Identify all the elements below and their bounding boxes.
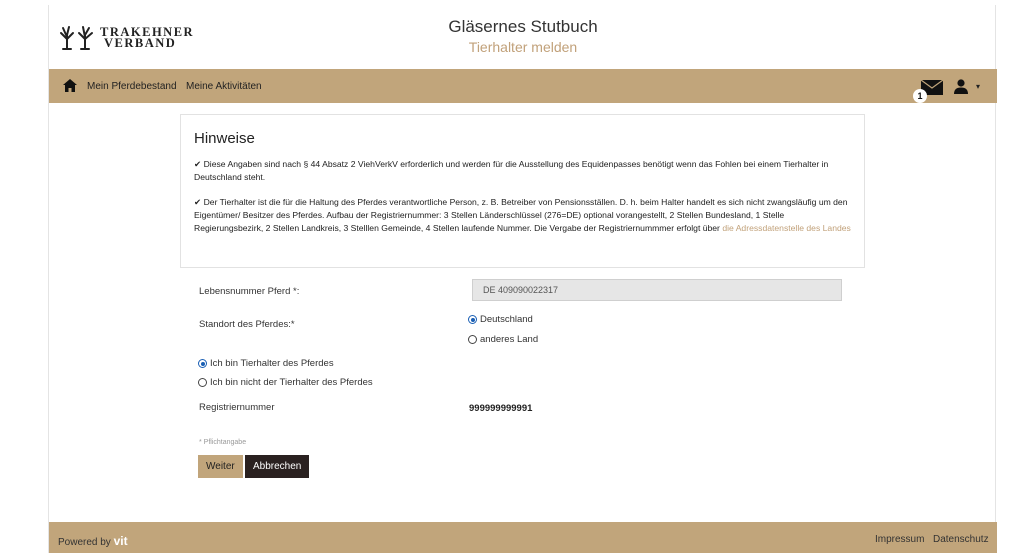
radio-dot[interactable] — [198, 359, 207, 368]
radio-ich-bin-tierhalter[interactable]: Ich bin Tierhalter des Pferdes — [198, 358, 334, 369]
adressdatenstelle-link[interactable]: die Adressdatenstelle des Landes — [722, 223, 851, 233]
radio-deutschland-label: Deutschland — [480, 314, 533, 325]
radio-dot[interactable] — [468, 335, 477, 344]
registriernummer-label: Registriernummer — [199, 402, 275, 413]
chevron-down-icon[interactable]: ▾ — [976, 82, 980, 91]
hinweise-panel: Hinweise ✔ Diese Angaben sind nach § 44 … — [180, 114, 865, 268]
nav-mein-pferdebestand[interactable]: Mein Pferdebestand — [87, 81, 177, 92]
site-subtitle: Tierhalter melden — [468, 39, 578, 55]
vit-logo[interactable]: vit — [114, 534, 128, 548]
radio-ich-bin-tierhalter-label: Ich bin Tierhalter des Pferdes — [210, 358, 334, 369]
footer: Powered by vit Impressum Datenschutz — [49, 522, 997, 553]
lebensnummer-field[interactable]: DE 409090022317 — [472, 279, 842, 301]
hinweise-title: Hinweise — [194, 130, 255, 147]
nav-meine-aktivitaeten[interactable]: Meine Aktivitäten — [186, 81, 262, 92]
radio-nicht-tierhalter-label: Ich bin nicht der Tierhalter des Pferdes — [210, 377, 373, 388]
mail-count-badge: 1 — [913, 89, 927, 103]
radio-anderes-land-label: anderes Land — [480, 334, 539, 345]
hinweis-note-2: ✔ Der Tierhalter ist die für die Haltung… — [194, 196, 854, 235]
powered-by-label: Powered by — [58, 537, 111, 548]
powered-by: Powered by vit — [58, 534, 128, 548]
radio-dot[interactable] — [198, 378, 207, 387]
site-title: Gläsernes Stutbuch — [448, 17, 598, 36]
navbar: Mein Pferdebestand Meine Aktivitäten 1 ▾ — [49, 69, 997, 103]
user-icon[interactable] — [954, 79, 968, 94]
pflichtangabe-note: * Pflichtangabe — [199, 439, 247, 446]
datenschutz-link[interactable]: Datenschutz — [933, 534, 989, 545]
radio-deutschland[interactable]: Deutschland — [468, 314, 533, 325]
weiter-button[interactable]: Weiter — [198, 455, 243, 478]
home-icon[interactable] — [63, 79, 77, 92]
radio-dot[interactable] — [468, 315, 477, 324]
impressum-link[interactable]: Impressum — [875, 534, 924, 545]
hinweis-note-1: ✔ Diese Angaben sind nach § 44 Absatz 2 … — [194, 159, 829, 182]
header: TRAKEHNER VERBAND Gläsernes Stutbuch Tie… — [49, 5, 997, 69]
radio-nicht-tierhalter[interactable]: Ich bin nicht der Tierhalter des Pferdes — [198, 377, 373, 388]
lebensnummer-label: Lebensnummer Pferd *: — [199, 286, 300, 297]
radio-anderes-land[interactable]: anderes Land — [468, 334, 538, 345]
registriernummer-value: 999999999991 — [469, 403, 533, 414]
page-container: TRAKEHNER VERBAND Gläsernes Stutbuch Tie… — [48, 5, 997, 553]
standort-label: Standort des Pferdes:* — [199, 319, 295, 330]
abbrechen-button[interactable]: Abbrechen — [245, 455, 310, 478]
